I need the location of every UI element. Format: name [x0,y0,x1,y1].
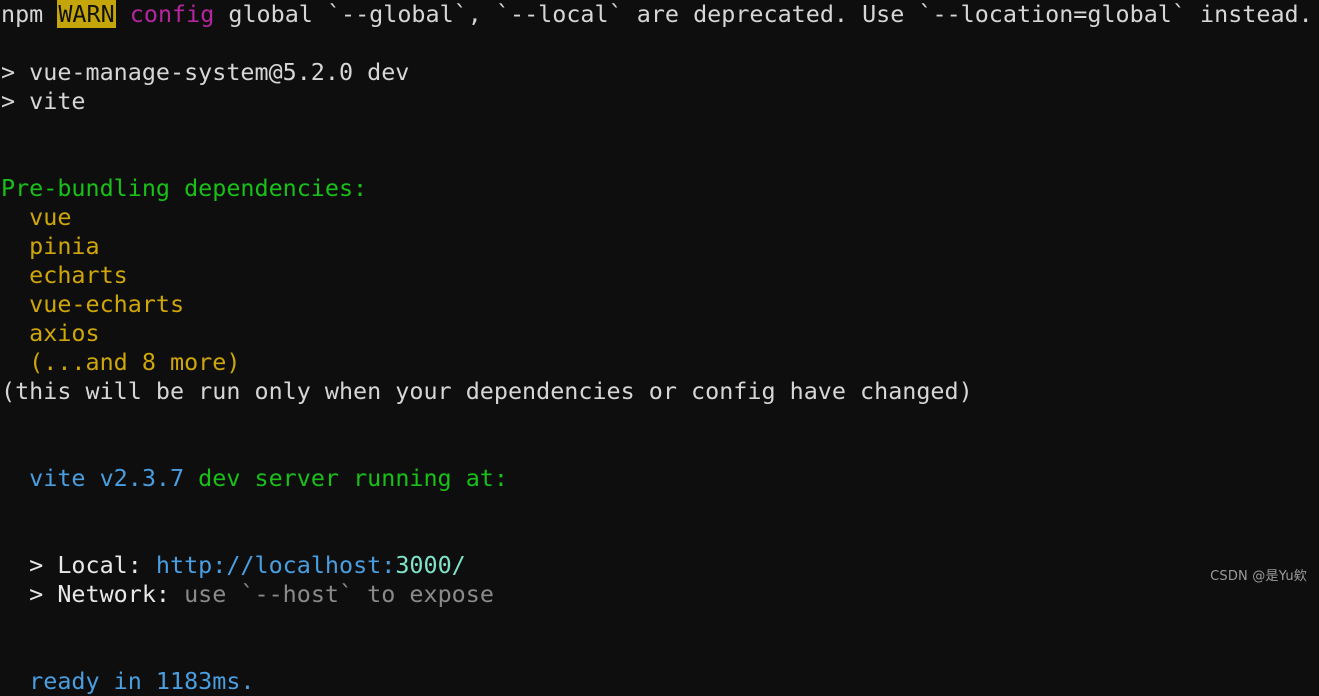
prebundle-header-line: Pre-bundling dependencies: [0,174,1319,203]
npm-warn-line: npm WARN config global `--global`, `--lo… [0,0,1319,29]
blank-2-segment-0 [1,116,15,144]
npm-warn-line-segment-4: global `--global`, `--local` are depreca… [214,0,1313,28]
blank-4 [0,406,1319,435]
blank-7-segment-0 [1,522,15,550]
vite-banner-line-segment-1: dev server running at: [184,464,508,492]
npm-warn-line-segment-2 [116,0,130,28]
blank-3 [0,145,1319,174]
blank-9-segment-0 [1,638,15,666]
prebundle-note-line-segment-0: (this will be run only when your depende… [1,377,973,405]
script-command-line: > vite [0,87,1319,116]
dependency-vue-segment-0: vue [1,203,72,231]
blank-8 [0,609,1319,638]
network-url-line: > Network: use `--host` to expose [0,580,1319,609]
blank-1 [0,29,1319,58]
prebundle-header-line-segment-0: Pre-bundling dependencies: [1,174,368,202]
terminal-output: npm WARN config global `--global`, `--lo… [0,0,1319,696]
blank-8-segment-0 [1,609,15,637]
script-command-line-segment-0: > vite [1,87,86,115]
dependency-pinia: pinia [0,232,1319,261]
vite-banner-line: vite v2.3.7 dev server running at: [0,464,1319,493]
blank-1-segment-0 [1,29,15,57]
blank-4-segment-0 [1,406,15,434]
npm-warn-line-segment-1: WARN [57,0,116,28]
blank-5-segment-0 [1,435,15,463]
network-url-line-segment-2: use `--host` to expose [184,580,494,608]
dependency-vue-echarts: vue-echarts [0,290,1319,319]
dependency-axios-segment-0: axios [1,319,100,347]
blank-5 [0,435,1319,464]
blank-6-segment-0 [1,493,15,521]
local-url-line: > Local: http://localhost:3000/ [0,551,1319,580]
prebundle-note-line: (this will be run only when your depende… [0,377,1319,406]
script-name-line-segment-0: > vue-manage-system@5.2.0 dev [1,58,410,86]
terminal-window[interactable]: npm WARN config global `--global`, `--lo… [0,0,1319,695]
dependency-more-segment-0: (...and 8 more) [1,348,241,376]
network-url-line-segment-0: > [1,580,58,608]
dependency-vue: vue [0,203,1319,232]
script-name-line: > vue-manage-system@5.2.0 dev [0,58,1319,87]
dependency-echarts-segment-0: echarts [1,261,128,289]
vite-banner-line-segment-0: vite v2.3.7 [1,464,185,492]
network-url-line-segment-1: Network: [57,580,185,608]
dependency-echarts: echarts [0,261,1319,290]
npm-warn-line-segment-3: config [129,0,215,28]
local-url-line-segment-1: Local: [57,551,156,579]
dependency-pinia-segment-0: pinia [1,232,100,260]
npm-warn-line-segment-0: npm [1,0,58,28]
local-url-line-segment-3: 3000/ [395,551,466,579]
ready-line-segment-0: ready in 1183ms. [1,667,255,695]
blank-9 [0,638,1319,667]
dependency-vue-echarts-segment-0: vue-echarts [1,290,185,318]
ready-line: ready in 1183ms. [0,667,1319,696]
blank-6 [0,493,1319,522]
blank-7 [0,522,1319,551]
blank-3-segment-0 [1,145,15,173]
local-url-line-segment-0: > [1,551,58,579]
csdn-watermark: CSDN @是Yu欸 [1210,569,1307,584]
local-url-line-segment-2: http://localhost: [155,551,396,579]
dependency-axios: axios [0,319,1319,348]
dependency-more: (...and 8 more) [0,348,1319,377]
blank-2 [0,116,1319,145]
